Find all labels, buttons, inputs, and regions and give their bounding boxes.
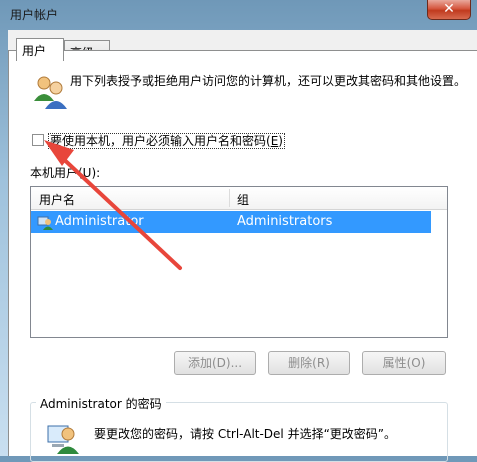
users-list-header: 用户名 组 (31, 187, 447, 210)
row-username: Administrator (55, 214, 144, 229)
user-password-icon (47, 425, 79, 454)
user-accounts-window: 用户帐户 ✕ 用户 高级 用下列表授予或拒绝用户访问您的计算机，还可以更改其密码… (0, 0, 477, 462)
window-title: 用户帐户 (10, 8, 59, 22)
title-bar[interactable]: 用户帐户 ✕ (0, 0, 477, 30)
add-button[interactable]: 添加(D)... (174, 351, 256, 375)
tab-users-label: 用户 (22, 44, 47, 58)
row-group: Administrators (237, 214, 333, 229)
table-row[interactable]: Administrator Administrators (31, 211, 431, 233)
column-group[interactable]: 组 (237, 191, 249, 208)
users-icon (34, 76, 67, 109)
password-instructions: 要更改您的密码，请按 Ctrl-Alt-Del 并选择“更改密码”。 (94, 427, 397, 441)
close-icon: ✕ (443, 1, 455, 17)
users-list[interactable]: 用户名 组 Administrator Administrators (30, 186, 448, 338)
password-group-title: Administrator 的密码 (36, 395, 166, 412)
description-text: 用下列表授予或拒绝用户访问您的计算机，还可以更改其密码和其他设置。 (70, 74, 467, 88)
properties-button[interactable]: 属性(O) (362, 351, 446, 375)
require-password-label[interactable]: 要使用本机，用户必须输入用户名和密码(E) (48, 132, 285, 149)
local-users-label: 本机用户(U): (30, 166, 101, 180)
close-button[interactable]: ✕ (427, 0, 471, 20)
column-divider[interactable] (229, 189, 230, 207)
tab-users[interactable]: 用户 (16, 38, 64, 61)
user-icon (37, 216, 53, 230)
column-username[interactable]: 用户名 (39, 191, 75, 208)
remove-button[interactable]: 删除(R) (268, 351, 350, 375)
require-password-checkbox[interactable] (32, 134, 44, 146)
